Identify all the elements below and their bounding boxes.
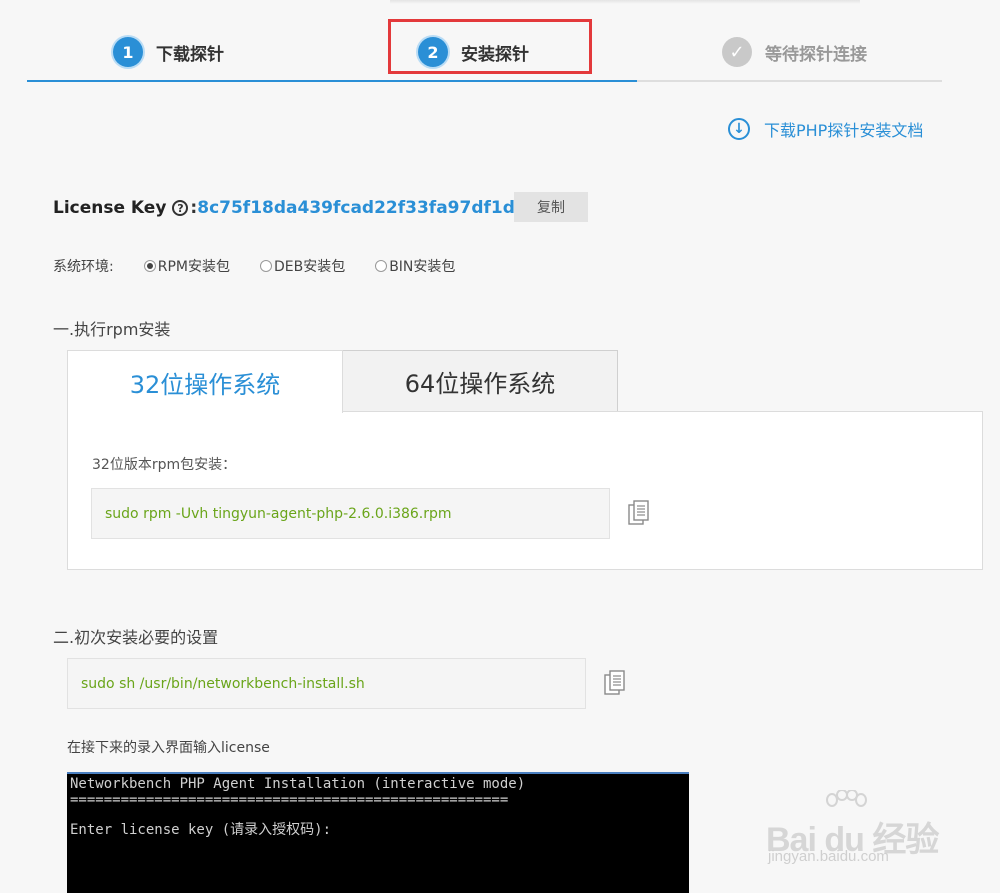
env-label: 系统环境: (53, 259, 114, 275)
radio-rpm[interactable]: RPM安装包 (143, 256, 230, 276)
radio-icon (259, 260, 272, 272)
copy-icon[interactable] (604, 670, 626, 696)
step-1-label: 下载探针 (156, 44, 224, 65)
terminal-line: ========================================… (70, 792, 509, 808)
copy-license-button[interactable]: 复制 (514, 192, 588, 222)
radio-deb[interactable]: DEB安装包 (259, 256, 346, 276)
license-label: License Key (53, 198, 167, 218)
tab-32bit[interactable]: 32位操作系统 (67, 350, 343, 413)
download-doc-label: 下载PHP探针安装文档 (764, 121, 924, 140)
radio-icon (375, 260, 388, 272)
radio-rpm-label: RPM安装包 (157, 259, 230, 275)
license-hint: 在接下来的录入界面输入license (67, 740, 270, 756)
step-progress-active (27, 80, 637, 82)
radio-bin-label: BIN安装包 (389, 259, 456, 275)
copy-icon[interactable] (628, 500, 650, 526)
step-wait-connect: ✓ 等待探针连接 (722, 32, 867, 72)
license-key-value: 8c75f18da439fcad22f33fa97df1d3d8 (197, 198, 551, 218)
install-script-command-box[interactable]: sudo sh /usr/bin/networkbench-install.sh (67, 658, 586, 709)
rpm-command-box[interactable]: sudo rpm -Uvh tingyun-agent-php-2.6.0.i3… (91, 488, 610, 539)
download-doc-link[interactable]: ↓ 下载PHP探针安装文档 (728, 117, 923, 141)
panel-label: 32位版本rpm包安装： (92, 457, 237, 473)
download-icon: ↓ (728, 118, 750, 140)
watermark-sub: jingyan.baidu.com (768, 848, 889, 865)
section-1-title: 一.执行rpm安装 (53, 320, 171, 339)
radio-bin[interactable]: BIN安装包 (375, 256, 455, 276)
step-3-label: 等待探针连接 (765, 44, 867, 65)
section-2-title: 二.初次安装必要的设置 (53, 628, 219, 647)
license-colon: : (190, 198, 198, 218)
terminal-screenshot: Networkbench PHP Agent Installation (int… (67, 772, 689, 893)
terminal-line: Networkbench PHP Agent Installation (int… (70, 776, 526, 792)
step-1-number: 1 (113, 37, 143, 67)
license-row: License Key ? : 8c75f18da439fcad22f33fa9… (53, 193, 551, 223)
terminal-line: Enter license key (请录入授权码): (70, 822, 332, 838)
radio-icon-selected (143, 260, 156, 272)
top-shadow (390, 0, 860, 4)
baidu-jingyan-watermark: Bai du 经验 jingyan.baidu.com (762, 790, 962, 880)
env-selector: 系统环境: RPM安装包 DEB安装包 BIN安装包 (53, 256, 485, 276)
tab-64bit[interactable]: 64位操作系统 (342, 350, 618, 412)
step-progress-rest (637, 80, 942, 82)
checkmark-icon: ✓ (722, 37, 752, 67)
tab-panel-32bit: 32位版本rpm包安装： sudo rpm -Uvh tingyun-agent… (67, 411, 983, 570)
highlight-box (388, 19, 592, 74)
step-download: 1 下载探针 (113, 32, 224, 72)
page: 1 下载探针 2 安装探针 ✓ 等待探针连接 ↓ 下载PHP探针安装文档 Lic… (0, 0, 1000, 893)
radio-deb-label: DEB安装包 (273, 259, 346, 275)
help-icon[interactable]: ? (172, 200, 189, 216)
